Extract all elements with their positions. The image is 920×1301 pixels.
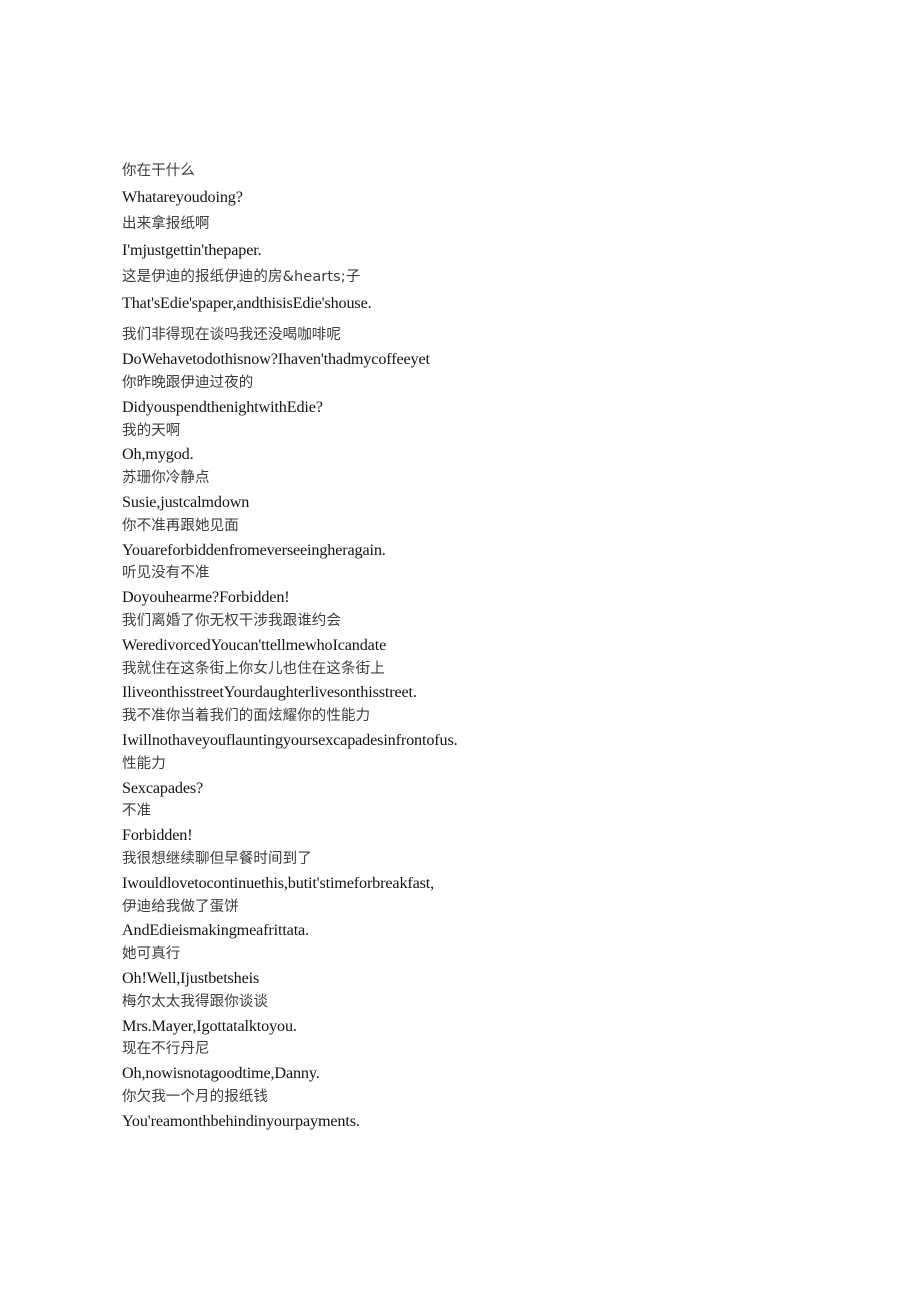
subtitle-line-english: Oh!Well,Ijustbetsheis	[122, 968, 260, 987]
subtitle-line-english: Forbidden!	[122, 826, 193, 845]
subtitle-line-chinese: 我的天啊	[122, 422, 181, 439]
subtitle-line-english: DidyouspendthenightwithEdie?	[122, 397, 323, 416]
subtitle-line-english: DoWehavetodothisnow?Ihaven'thadmycoffeey…	[122, 350, 430, 369]
subtitle-line-chinese: 性能力	[122, 755, 166, 772]
subtitle-line-chinese: 梅尔太太我得跟你谈谈	[122, 993, 268, 1010]
subtitle-line-english: Oh,mygod.	[122, 445, 194, 464]
subtitle-line-english: Mrs.Mayer,Igottatalktoyou.	[122, 1016, 297, 1035]
subtitle-line-chinese: 你昨晚跟伊迪过夜的	[122, 375, 254, 392]
subtitle-line-english: That'sEdie'spaper,andthisisEdie'shouse.	[122, 294, 372, 313]
subtitle-line-chinese: 我们非得现在谈吗我还没喝咖啡呢	[122, 327, 341, 344]
subtitle-line-english: Doyouhearme?Forbidden!	[122, 588, 290, 607]
document-page: 你在干什么 Whatareyoudoing? 出来拿报纸啊 I'mjustgettin…	[0, 0, 920, 1301]
subtitle-line-english: Iwouldlovetocontinuethis,butit'stimeforb…	[122, 873, 435, 892]
subtitle-line-english: You'reamonthbehindinyourpayments.	[122, 1111, 360, 1130]
transcript-body: 你在干什么 Whatareyoudoing? 出来拿报纸啊 I'mjustgettin…	[122, 158, 862, 1134]
subtitle-line-chinese: 伊迪给我做了蛋饼	[122, 898, 239, 915]
subtitle-line-english: WeredivorcedYoucan'ttellmewhoIcandate	[122, 635, 387, 654]
subtitle-line-english: AndEdieismakingmeafrittata.	[122, 921, 309, 940]
subtitle-line-chinese: 不准	[122, 803, 152, 820]
subtitle-line-english: Oh,nowisnotagoodtime,Danny.	[122, 1064, 320, 1083]
subtitle-line-english: Susie,justcalmdown	[122, 493, 250, 512]
subtitle-line-english: Sexcapades?	[122, 778, 204, 797]
subtitle-line-english: IliveonthisstreetYourdaughterlivesonthis…	[122, 683, 417, 702]
subtitle-line-chinese: 我很想继续聊但早餐时间到了	[122, 850, 312, 867]
subtitle-line-chinese: 她可真行	[122, 946, 181, 963]
subtitle-line-english: Youareforbiddenfromeverseeingheragain.	[122, 540, 386, 559]
subtitle-line-chinese: 这是伊迪的报纸伊迪的房&hearts;子	[122, 268, 361, 285]
subtitle-line-chinese: 苏珊你冷静点	[122, 470, 210, 487]
subtitle-line-chinese: 你在干什么	[122, 163, 195, 179]
subtitle-line-english: Iwillnothaveyouflauntingyoursexcapadesin…	[122, 730, 458, 749]
subtitle-line-chinese: 我就住在这条街上你女儿也住在这条街上	[122, 660, 385, 677]
subtitle-line-english: Whatareyoudoing?	[122, 188, 243, 207]
transcript-block-1: 你在干什么 Whatareyoudoing? 出来拿报纸啊 I'mjustgettin…	[122, 158, 862, 316]
subtitle-line-chinese: 我们离婚了你无权干涉我跟谁约会	[122, 613, 341, 629]
subtitle-line-chinese: 你不准再跟她见面	[122, 517, 239, 534]
transcript-block-2: 我们非得现在谈吗我还没喝咖啡呢 DoWehavetodothisnow?Ihave…	[122, 324, 862, 1133]
subtitle-line-chinese: 你欠我一个月的报纸钱	[122, 1088, 268, 1105]
subtitle-line-chinese: 我不准你当着我们的面炫耀你的性能力	[122, 708, 371, 725]
subtitle-line-chinese: 听见没有不准	[122, 565, 210, 582]
subtitle-line-english: I'mjustgettin'thepaper.	[122, 241, 262, 260]
subtitle-line-chinese: 现在不行丹尼	[122, 1041, 210, 1058]
subtitle-line-chinese: 出来拿报纸啊	[122, 215, 210, 232]
